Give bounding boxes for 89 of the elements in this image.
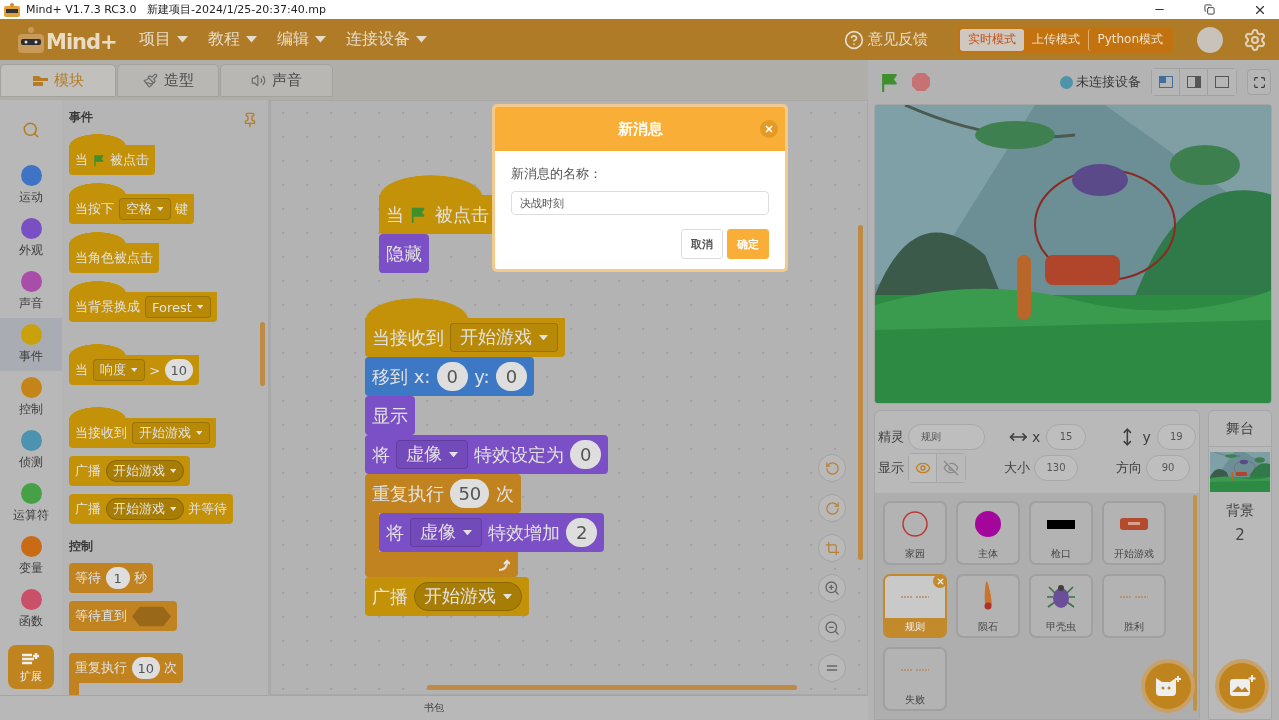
category-item[interactable]: 侦测 <box>0 424 62 477</box>
sprite-name-field[interactable]: 规则 <box>908 423 986 450</box>
sprite-tile[interactable]: 主体 <box>956 501 1020 565</box>
logo-text: Mind+ <box>46 29 117 54</box>
section-title: 控制 <box>69 538 93 555</box>
code-block[interactable]: 当按下 空格 键 <box>69 183 195 224</box>
code-block[interactable]: 当接收到 开始游戏 <box>365 298 565 357</box>
dropdown-field[interactable]: Forest <box>144 295 211 319</box>
field-label: 大小 <box>1004 458 1030 477</box>
editor-tab[interactable]: 声音 <box>220 64 333 97</box>
code-block[interactable]: 将 虚像 特效设定为 0 <box>365 435 609 474</box>
number-field[interactable]: 1 <box>105 567 130 589</box>
backdrops-label: 背景 <box>1226 502 1254 520</box>
code-block[interactable]: 广播 开始游戏 <box>365 577 529 616</box>
dropdown-field[interactable]: 虚像 <box>410 518 482 547</box>
code-block[interactable]: 隐藏 <box>379 234 429 273</box>
size-field[interactable]: 130 <box>1034 454 1078 481</box>
dropdown-field[interactable]: 开始游戏 <box>131 421 210 445</box>
code-block[interactable]: 广播 开始游戏 并等待 <box>69 494 234 524</box>
repeat-block-head[interactable]: 重复执行 10 次 <box>69 653 184 683</box>
menu-item[interactable]: 连接设备 <box>335 29 437 50</box>
code-block[interactable]: 移到 x: 0 y: 0 <box>365 357 535 396</box>
code-block[interactable]: 当 响度 > 10 <box>69 344 199 385</box>
field-label: 精灵 <box>878 427 904 446</box>
dialog-title: 新消息 <box>617 119 663 139</box>
number-field[interactable]: 0 <box>495 362 528 391</box>
category-item[interactable]: 声音 <box>0 265 62 318</box>
dropdown-field[interactable]: 开始游戏 <box>105 459 184 483</box>
device-status: 未连接设备 <box>1076 73 1141 91</box>
menu-item[interactable]: 教程 <box>197 29 267 50</box>
direction-field[interactable]: 90 <box>1146 454 1190 481</box>
sprite-tile[interactable]: 枪口 <box>1029 501 1093 565</box>
field-label: 方向 <box>1116 458 1142 477</box>
field-label: 显示 <box>878 458 904 477</box>
number-field[interactable]: 0 <box>570 440 602 469</box>
category-item[interactable]: 事件 <box>0 318 62 371</box>
code-block[interactable]: 当背景换成 Forest <box>69 281 217 322</box>
section-title: 事件 <box>69 109 93 126</box>
menu-item[interactable]: 项目 <box>128 29 198 50</box>
dropdown-field[interactable]: 空格 <box>118 197 171 221</box>
dropdown-field[interactable]: 开始游戏 <box>105 497 184 521</box>
category-item[interactable]: 变量 <box>0 530 62 583</box>
sprite-tile[interactable]: 胜利 <box>1102 574 1166 638</box>
number-field[interactable]: 10 <box>131 657 160 679</box>
number-field[interactable]: 10 <box>164 359 193 381</box>
dropdown-field[interactable]: 开始游戏 <box>450 323 558 352</box>
code-block[interactable]: 显示 <box>365 396 415 435</box>
mode-tab[interactable]: Python模式 <box>1088 28 1171 51</box>
cancel-button[interactable]: 取消 <box>681 229 723 259</box>
repeat-block-head[interactable]: 重复执行 50 次 <box>365 474 521 513</box>
dropdown-field[interactable]: 响度 <box>92 358 145 382</box>
code-block[interactable]: 等待直到 <box>69 601 177 631</box>
category-item[interactable]: 运算符 <box>0 477 62 530</box>
window-title: Mind+ V1.7.3 RC3.0 新建项目-2024/1/25-20:37:40.mp <box>26 2 326 17</box>
code-block[interactable]: 当接收到 开始游戏 <box>69 407 216 448</box>
sprite-tile[interactable]: 规则 <box>883 574 947 638</box>
sprite-tile[interactable]: 陨石 <box>956 574 1020 638</box>
extension-button[interactable]: 扩展 <box>8 645 54 689</box>
editor-tab[interactable]: 造型 <box>117 64 219 97</box>
code-block[interactable]: 将 虚像 特效增加 2 <box>379 513 605 552</box>
category-item[interactable]: 函数 <box>0 583 62 636</box>
code-block[interactable]: 广播 开始游戏 <box>69 456 190 486</box>
sprite-tile[interactable]: 甲壳虫 <box>1029 574 1093 638</box>
dropdown-field[interactable]: 开始游戏 <box>414 582 522 611</box>
message-name-field[interactable]: 决战时刻 <box>511 191 769 215</box>
field-label: x <box>1032 428 1041 445</box>
category-item[interactable]: 运动 <box>0 159 62 212</box>
stage-title: 舞台 <box>1209 411 1271 447</box>
sprite-tile[interactable]: 家园 <box>883 501 947 565</box>
y-field[interactable]: 19 <box>1156 423 1196 450</box>
field-label: 新消息的名称： <box>511 165 603 183</box>
sprite-tile[interactable]: 失败 <box>883 647 947 711</box>
mode-tab[interactable]: 实时模式 <box>960 28 1025 51</box>
number-field[interactable]: 0 <box>436 362 468 391</box>
repeat-block[interactable]: 重复执行 50 次 将 虚像 特效增加 2 <box>365 474 605 577</box>
code-block[interactable]: 等待 1 秒 <box>69 563 154 593</box>
backpack-label[interactable]: 书包 <box>0 695 868 720</box>
feedback-button[interactable]: 意见反馈 <box>838 28 935 51</box>
x-field[interactable]: 15 <box>1046 423 1086 450</box>
number-field[interactable]: 2 <box>566 518 598 547</box>
number-field[interactable]: 50 <box>450 479 490 508</box>
category-item[interactable]: 控制 <box>0 371 62 424</box>
menu-item[interactable]: 编辑 <box>266 29 336 50</box>
category-item[interactable]: 外观 <box>0 212 62 265</box>
mode-tab[interactable]: 上传模式 <box>1024 28 1089 51</box>
sprite-tile[interactable]: 开始游戏 <box>1102 501 1166 565</box>
dropdown-field[interactable]: 虚像 <box>396 440 468 469</box>
backdrops-count: 2 <box>1235 526 1245 544</box>
field-label: y <box>1142 428 1151 445</box>
